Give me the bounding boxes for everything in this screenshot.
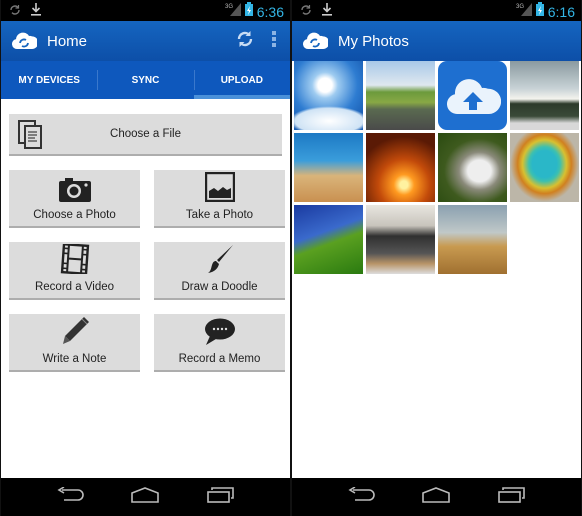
photo-thumbnail-wheat[interactable] — [438, 205, 507, 274]
sync-icon — [9, 3, 21, 21]
page-title: My Photos — [338, 32, 409, 50]
write-note-button[interactable]: Write a Note — [9, 314, 140, 372]
download-icon — [31, 3, 41, 21]
tab-upload[interactable]: UPLOAD — [193, 61, 290, 99]
record-memo-label: Record a Memo — [178, 353, 261, 365]
tab-sync[interactable]: SYNC — [97, 61, 193, 99]
record-video-label: Record a Video — [34, 281, 115, 293]
refresh-icon[interactable] — [236, 30, 254, 53]
overflow-menu-icon[interactable] — [272, 30, 276, 52]
photo-thumbnail-road[interactable] — [366, 61, 435, 130]
recent-apps-icon[interactable] — [207, 486, 235, 508]
record-memo-button[interactable]: Record a Memo — [154, 314, 285, 372]
photo-thumbnail-car[interactable] — [294, 133, 363, 202]
back-icon[interactable] — [56, 485, 84, 508]
speech-bubble-icon — [204, 318, 236, 349]
navigation-bar — [292, 478, 581, 516]
choose-file-label: Choose a File — [110, 128, 181, 140]
record-video-button[interactable]: Record a Video — [9, 242, 140, 300]
battery-charging-icon — [244, 2, 253, 21]
camera-icon — [58, 178, 91, 205]
choose-photo-label: Choose a Photo — [33, 209, 116, 221]
page-title: Home — [47, 32, 88, 50]
choose-file-button[interactable]: Choose a File — [9, 114, 282, 156]
pencil-icon — [60, 316, 90, 349]
signal-3g-icon: 3G — [516, 2, 532, 21]
film-icon — [60, 242, 90, 277]
status-time: 6:16 — [547, 3, 575, 20]
status-bar: 3G 6:16 — [292, 0, 581, 21]
home-icon[interactable] — [421, 486, 451, 508]
cloud-sync-logo-icon[interactable] — [11, 31, 39, 51]
draw-doodle-label: Draw a Doodle — [181, 281, 258, 293]
home-screen: 3G 6:36 Home MY DEVICES SYNC UPLOAD Choo… — [0, 0, 290, 516]
take-photo-button[interactable]: Take a Photo — [154, 170, 285, 228]
home-icon[interactable] — [130, 486, 160, 508]
navigation-bar — [1, 478, 290, 516]
photos-screen: 3G 6:16 My Photos — [292, 0, 582, 516]
photo-thumbnail-cloud-upload[interactable] — [438, 61, 507, 130]
status-bar: 3G 6:36 — [1, 0, 290, 21]
photo-thumbnail-sunset[interactable] — [366, 133, 435, 202]
write-note-label: Write a Note — [42, 353, 107, 365]
take-photo-label: Take a Photo — [185, 209, 254, 221]
tab-bar: MY DEVICES SYNC UPLOAD — [1, 61, 290, 99]
action-bar: Home — [1, 21, 290, 61]
photo-thumbnail-phone[interactable] — [366, 205, 435, 274]
battery-charging-icon — [535, 2, 544, 21]
back-icon[interactable] — [347, 485, 375, 508]
download-icon — [322, 3, 332, 21]
svg-text:3G: 3G — [516, 4, 524, 10]
sync-icon — [300, 3, 312, 21]
network-label: 3G — [225, 4, 233, 10]
picture-icon — [204, 171, 235, 205]
photo-thumbnail-tree[interactable] — [510, 61, 579, 130]
cloud-upload-icon — [446, 78, 501, 114]
signal-3g-icon: 3G — [225, 2, 241, 21]
photo-grid — [294, 61, 579, 274]
photo-thumbnail-hedgehog[interactable] — [438, 133, 507, 202]
paintbrush-icon — [205, 244, 235, 277]
status-time: 6:36 — [256, 3, 284, 20]
photo-thumbnail-grass[interactable] — [294, 205, 363, 274]
documents-icon — [18, 120, 44, 153]
action-bar: My Photos — [292, 21, 581, 61]
upload-options: Choose a File Choose a Photo Take a Phot… — [1, 99, 290, 478]
recent-apps-icon[interactable] — [498, 486, 526, 508]
tab-my-devices[interactable]: MY DEVICES — [1, 61, 97, 99]
draw-doodle-button[interactable]: Draw a Doodle — [154, 242, 285, 300]
photo-thumbnail-hot-spring[interactable] — [510, 133, 579, 202]
photo-thumbnail-sky[interactable] — [294, 61, 363, 130]
choose-photo-button[interactable]: Choose a Photo — [9, 170, 140, 228]
cloud-sync-logo-icon[interactable] — [302, 31, 330, 51]
